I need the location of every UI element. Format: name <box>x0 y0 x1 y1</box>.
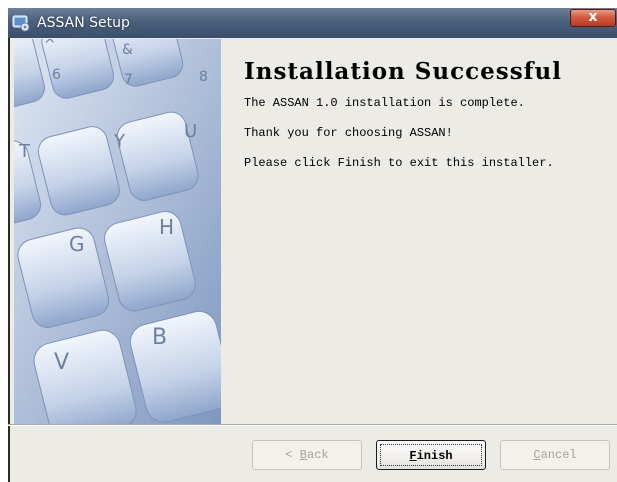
svg-text:&: & <box>122 42 133 58</box>
complete-message: The ASSAN 1.0 installation is complete. <box>244 96 525 110</box>
close-button[interactable]: x <box>570 9 616 27</box>
cancel-button[interactable]: Cancel <box>500 440 610 470</box>
installer-icon <box>12 15 30 32</box>
svg-text:B: B <box>152 325 167 350</box>
svg-text:Y: Y <box>113 131 126 152</box>
thank-you-message: Thank you for choosing ASSAN! <box>244 126 453 140</box>
window-title: ASSAN Setup <box>37 15 130 31</box>
finish-button[interactable]: Finish <box>376 440 486 470</box>
keyboard-image: ^ & 6 7 8 T Y U G H V B <box>14 39 221 424</box>
close-icon: x <box>588 9 598 25</box>
svg-text:T: T <box>18 141 31 162</box>
svg-text:U: U <box>184 121 197 142</box>
title-bar[interactable]: ASSAN Setup x <box>8 8 617 38</box>
svg-text:^: ^ <box>44 39 56 53</box>
button-bar: < Back Finish Cancel <box>8 426 617 482</box>
svg-text:7: 7 <box>124 72 133 88</box>
content-area: ^ & 6 7 8 T Y U G H V B Installation Suc… <box>8 38 617 424</box>
svg-text:6: 6 <box>52 67 61 83</box>
svg-text:G: G <box>69 232 85 256</box>
finish-instruction: Please click Finish to exit this install… <box>244 156 554 170</box>
focus-rectangle: Finish <box>380 444 482 466</box>
svg-text:V: V <box>54 350 69 375</box>
success-heading: Installation Successful <box>244 58 562 85</box>
svg-text:H: H <box>159 215 174 239</box>
svg-text:8: 8 <box>199 69 208 85</box>
setup-window: ASSAN Setup x ^ & 6 7 8 T Y U G H V B In… <box>8 8 617 482</box>
back-button[interactable]: < Back <box>252 440 362 470</box>
